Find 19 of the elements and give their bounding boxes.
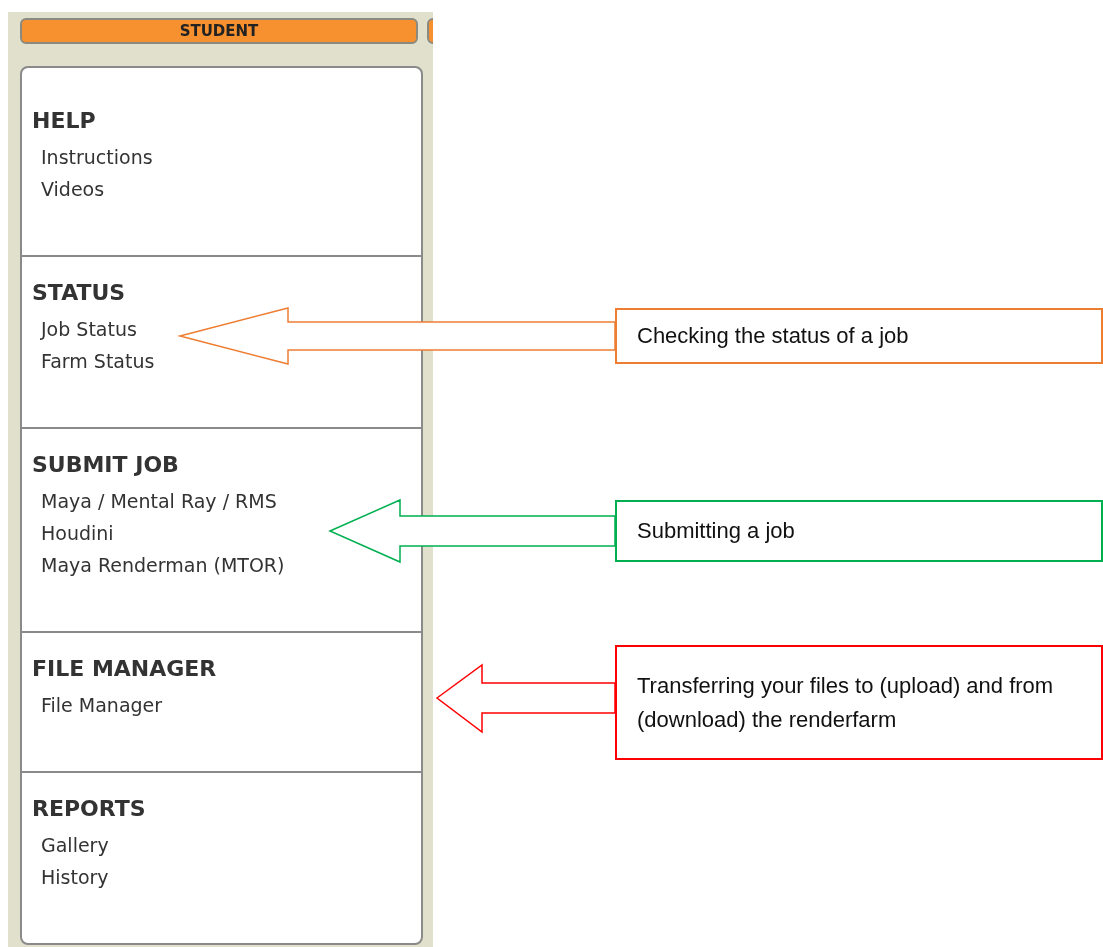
menu-link[interactable]: Job Status [41,313,137,345]
menu-link[interactable]: Videos [41,173,105,205]
section-heading: FILE MANAGER [32,655,217,683]
menu-link[interactable]: Maya Renderman (MTOR) [41,549,285,581]
section-heading: SUBMIT JOB [32,451,179,479]
menu-link[interactable]: Maya / Mental Ray / RMS [41,485,277,517]
section-heading: STATUS [32,279,126,307]
menu-link[interactable]: Instructions [41,141,153,173]
menu-link[interactable]: Gallery [41,829,109,861]
role-tab[interactable]: STUDENT [20,18,418,44]
callout-box: Transferring your files to (upload) and from (download) the renderfarm [615,645,1103,760]
menu-link[interactable]: Farm Status [41,345,155,377]
callout-box: Checking the status of a job [615,308,1103,364]
section-heading: REPORTS [32,795,146,823]
menu-link[interactable]: File Manager [41,689,163,721]
section-heading: HELP [32,107,96,135]
menu-link[interactable]: Houdini [41,517,114,549]
menu-link[interactable]: History [41,861,109,893]
callout-box: Submitting a job [615,500,1103,562]
